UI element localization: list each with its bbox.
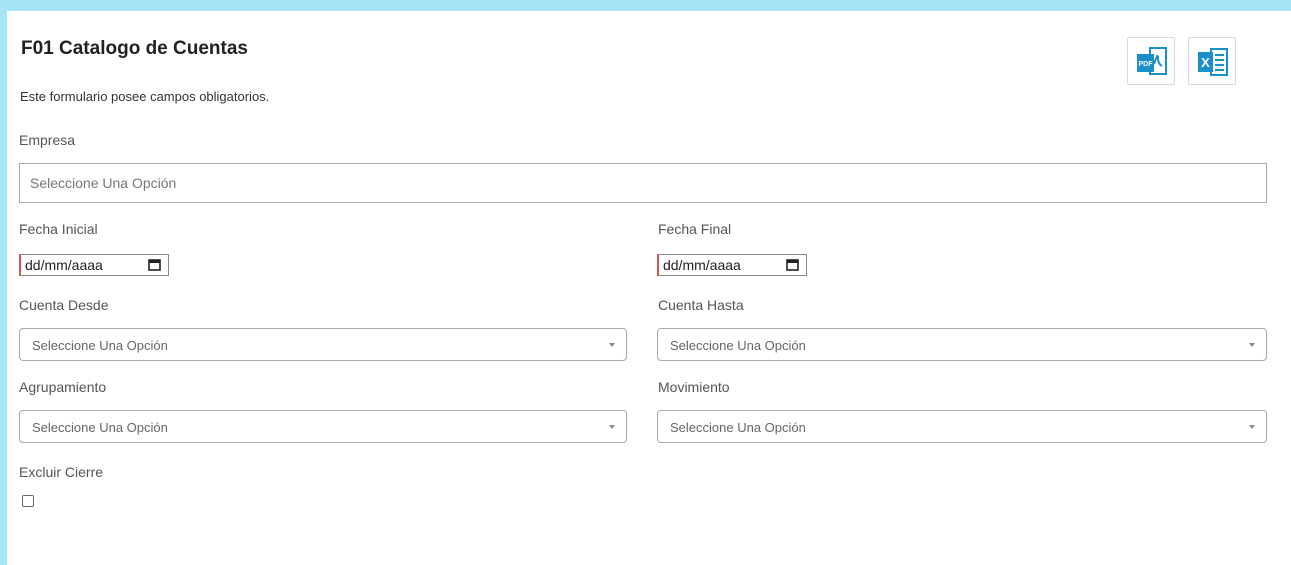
empresa-input[interactable] — [19, 163, 1267, 203]
cuenta-desde-label: Cuenta Desde — [19, 297, 109, 313]
chevron-down-icon — [1249, 343, 1255, 347]
page-title: F01 Catalogo de Cuentas — [21, 38, 248, 59]
fecha-inicial-input[interactable]: dd/mm/aaaa — [19, 254, 169, 276]
excel-icon-text: X — [1201, 55, 1210, 70]
empresa-label: Empresa — [19, 132, 76, 148]
cuenta-desde-select[interactable]: Seleccione Una Opción — [19, 328, 627, 361]
agrupamiento-label: Agrupamiento — [19, 379, 107, 395]
pdf-icon-text: PDF — [1139, 61, 1154, 68]
fecha-inicial-value: dd/mm/aaaa — [25, 257, 103, 273]
movimiento-label: Movimiento — [658, 379, 730, 395]
excluir-cierre-label: Excluir Cierre — [19, 464, 104, 480]
export-excel-button[interactable]: X — [1188, 37, 1236, 85]
agrupamiento-selected: Seleccione Una Opción — [32, 420, 168, 435]
chevron-down-icon — [609, 425, 615, 429]
calendar-icon[interactable] — [786, 259, 799, 271]
chevron-down-icon — [609, 343, 615, 347]
excluir-cierre-checkbox[interactable] — [22, 495, 34, 507]
fecha-inicial-label: Fecha Inicial — [19, 221, 98, 237]
fecha-final-label: Fecha Final — [658, 221, 732, 237]
export-pdf-button[interactable]: PDF — [1127, 37, 1175, 85]
fecha-final-value: dd/mm/aaaa — [663, 257, 741, 273]
chevron-down-icon — [1249, 425, 1255, 429]
movimiento-select[interactable]: Seleccione Una Opción — [657, 410, 1267, 443]
pdf-file-icon: PDF — [1137, 47, 1167, 75]
cuenta-hasta-label: Cuenta Hasta — [658, 297, 744, 313]
cuenta-desde-selected: Seleccione Una Opción — [32, 338, 168, 353]
excel-file-icon: X — [1198, 48, 1228, 76]
fecha-final-input[interactable]: dd/mm/aaaa — [657, 254, 807, 276]
cuenta-hasta-selected: Seleccione Una Opción — [670, 338, 806, 353]
cuenta-hasta-select[interactable]: Seleccione Una Opción — [657, 328, 1267, 361]
calendar-icon[interactable] — [148, 259, 161, 271]
movimiento-selected: Seleccione Una Opción — [670, 420, 806, 435]
required-fields-note: Este formulario posee campos obligatorio… — [20, 89, 270, 104]
agrupamiento-select[interactable]: Seleccione Una Opción — [19, 410, 627, 443]
